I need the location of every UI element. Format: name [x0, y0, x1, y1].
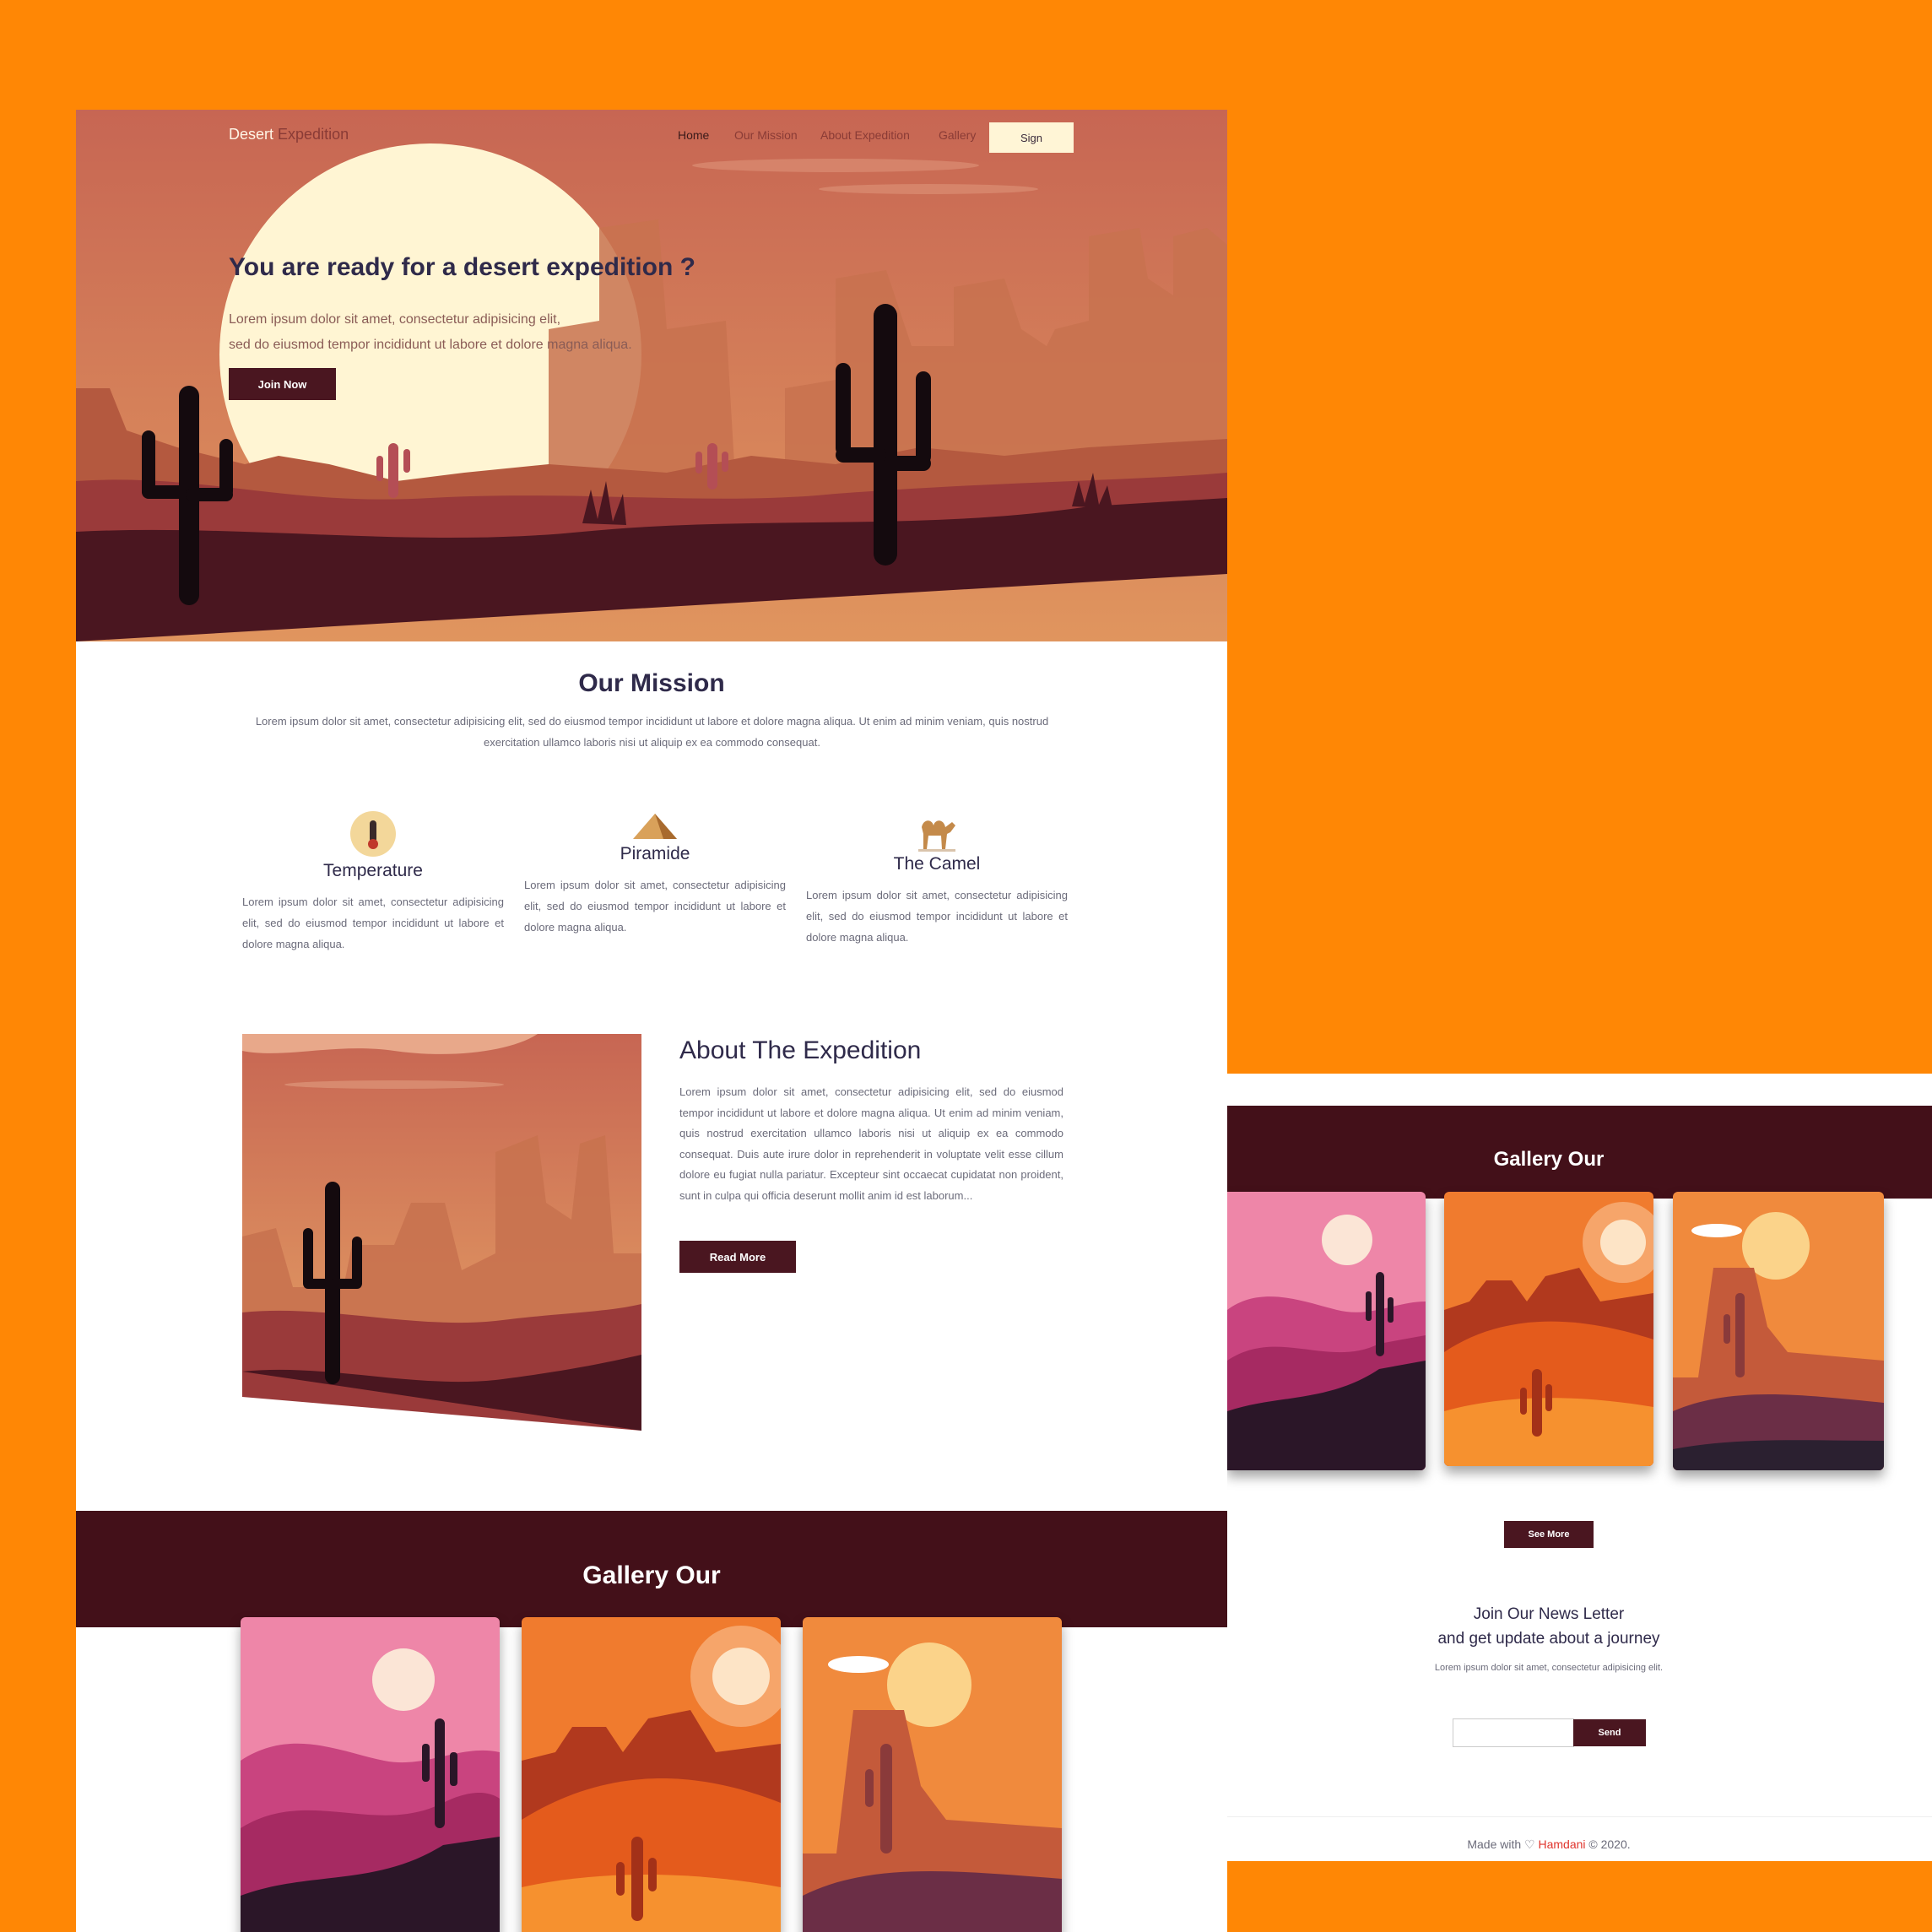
hero-section: Desert Expedition Home Our Mission About…	[76, 110, 1227, 641]
thermometer-icon	[350, 811, 396, 857]
heart-icon: ♡	[1524, 1837, 1535, 1851]
feature-text: Lorem ipsum dolor sit amet, consectetur …	[806, 889, 1068, 944]
sign-button[interactable]: Sign	[989, 122, 1074, 153]
hero-text: Lorem ipsum dolor sit amet, consectetur …	[229, 307, 701, 358]
camel-icon	[918, 820, 955, 852]
send-button[interactable]: Send	[1573, 1719, 1646, 1746]
newsletter-title-line2: and get update about a journey	[1437, 1630, 1660, 1648]
nav-home-link[interactable]: Home	[678, 128, 709, 142]
pyramid-icon	[633, 814, 677, 839]
gallery-card-orange[interactable]	[522, 1617, 781, 1932]
gallery-card-orange[interactable]	[1444, 1192, 1653, 1466]
hero-text-line1: Lorem ipsum dolor sit amet, consectetur …	[229, 312, 561, 327]
hero-title: You are ready for a desert expedition ?	[229, 253, 695, 281]
orange-desert-image	[522, 1617, 781, 1932]
brand-logo[interactable]: Desert Expedition	[229, 126, 349, 143]
nav-about-link[interactable]: About Expedition	[820, 128, 910, 142]
sunset-desert-image	[803, 1617, 1062, 1932]
footer-prefix: Made with	[1467, 1837, 1522, 1851]
background-strip	[1227, 1861, 1932, 1932]
about-illustration	[242, 1034, 641, 1431]
gallery-title: Gallery Our	[582, 1561, 721, 1589]
gallery-card-sunset[interactable]	[803, 1617, 1062, 1932]
pink-desert-image	[1227, 1192, 1426, 1470]
continued-page-mockup: Gallery Our See More Join Our News Lette…	[1227, 1074, 1932, 1861]
feature-title: Temperature	[323, 861, 423, 880]
nav-gallery-link[interactable]: Gallery	[939, 128, 976, 142]
nav-mission-link[interactable]: Our Mission	[734, 128, 798, 142]
mission-title: Our Mission	[578, 669, 725, 697]
feature-text: Lorem ipsum dolor sit amet, consectetur …	[524, 879, 786, 934]
read-more-button[interactable]: Read More	[679, 1241, 796, 1273]
mission-text: Lorem ipsum dolor sit amet, consectetur …	[255, 715, 1049, 749]
gallery-card-pink[interactable]	[1227, 1192, 1426, 1470]
footer-divider	[1227, 1816, 1932, 1817]
feature-piramide: Piramide Lorem ipsum dolor sit amet, con…	[524, 810, 786, 938]
join-now-button[interactable]: Join Now	[229, 368, 336, 400]
brand-first: Desert	[229, 126, 274, 143]
sunset-desert-image	[1673, 1192, 1884, 1470]
about-text: Lorem ipsum dolor sit amet, consectetur …	[679, 1085, 1063, 1202]
gallery-card-pink[interactable]	[241, 1617, 500, 1932]
footer-author-link[interactable]: Hamdani	[1538, 1837, 1585, 1851]
pink-desert-image	[241, 1617, 500, 1932]
newsletter-title-line1: Join Our News Letter	[1473, 1605, 1625, 1623]
feature-camel: The Camel Lorem ipsum dolor sit amet, co…	[806, 810, 1068, 948]
footer-credit: Made with ♡ Hamdani © 2020.	[1227, 1837, 1870, 1852]
newsletter-email-input[interactable]	[1453, 1718, 1574, 1747]
desktop-page-mockup: Desert Expedition Home Our Mission About…	[76, 110, 1227, 1932]
newsletter-title: Join Our News Letter and get update abou…	[1227, 1602, 1870, 1651]
see-more-button[interactable]: See More	[1504, 1521, 1594, 1548]
gallery-title: Gallery Our	[1493, 1148, 1605, 1171]
feature-text: Lorem ipsum dolor sit amet, consectetur …	[242, 896, 504, 950]
footer-suffix: © 2020.	[1588, 1837, 1631, 1851]
newsletter-text: Lorem ipsum dolor sit amet, consectetur …	[1434, 1663, 1664, 1673]
feature-temperature: Temperature Lorem ipsum dolor sit amet, …	[242, 810, 504, 955]
hero-text-line2: sed do eiusmod tempor incididunt ut labo…	[229, 338, 632, 352]
feature-title: Piramide	[620, 844, 690, 863]
gallery-card-sunset[interactable]	[1673, 1192, 1884, 1470]
orange-desert-image	[1444, 1192, 1653, 1466]
feature-title: The Camel	[893, 854, 981, 874]
about-title: About The Expedition	[679, 1036, 922, 1064]
brand-second: Expedition	[278, 126, 349, 143]
